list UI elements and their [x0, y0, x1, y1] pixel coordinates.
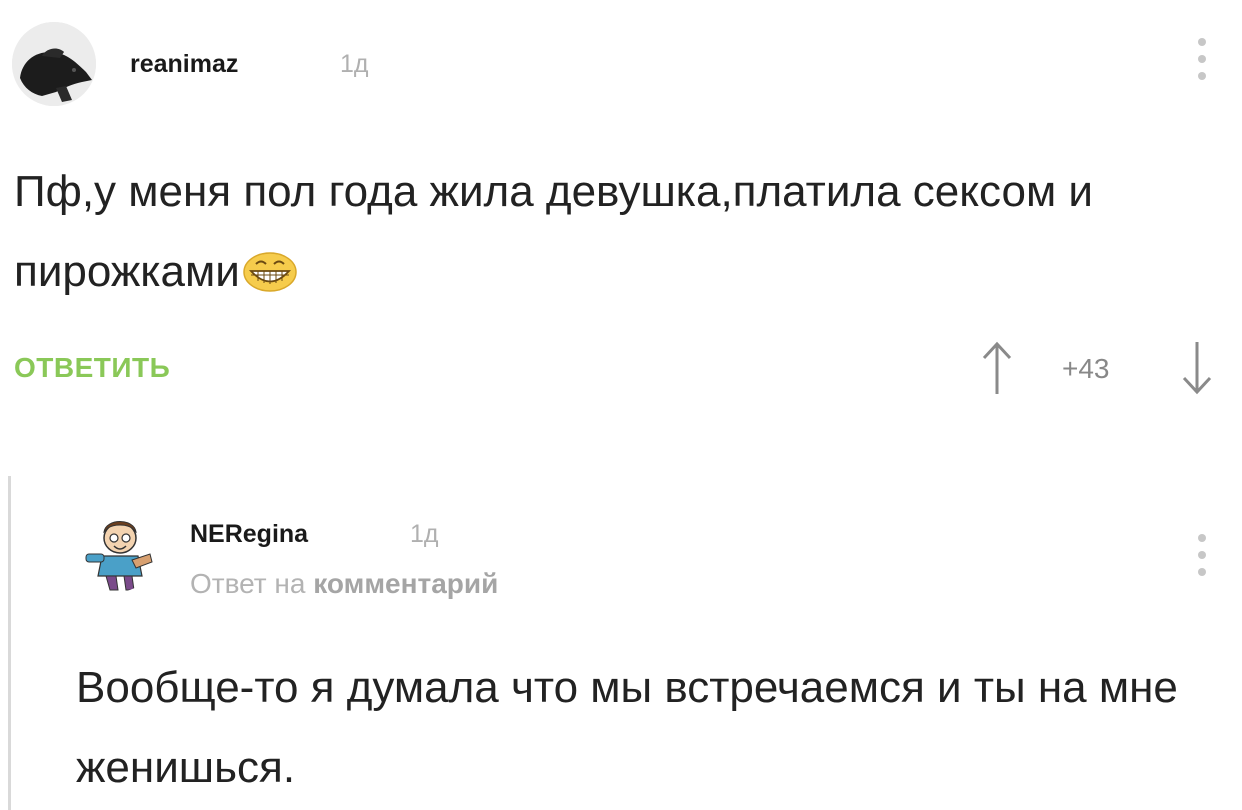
avatar[interactable] [76, 510, 158, 592]
username[interactable]: NERegina [190, 520, 308, 549]
timestamp: 1д [340, 50, 369, 78]
grinning-face-icon [243, 252, 297, 292]
avatar-image [76, 510, 158, 592]
comment-text: Вообще-то я думала что мы встречаемся и … [76, 663, 1178, 792]
avatar[interactable] [12, 22, 96, 106]
arrow-up-icon [982, 341, 1012, 394]
more-vertical-icon[interactable] [1195, 38, 1209, 80]
thread-line [8, 476, 11, 810]
reply-prefix: Ответ на [190, 568, 306, 599]
reply-button[interactable]: ОТВЕТИТЬ [14, 352, 170, 384]
reply-target-link[interactable]: комментарий [313, 568, 498, 599]
comment: reanimaz 1д Пф,у меня пол года жила деву… [0, 0, 1242, 420]
comment-text: Пф,у меня пол года жила девушка,платила … [14, 152, 1224, 312]
score: +43 [1062, 353, 1110, 384]
timestamp: 1д [410, 520, 439, 548]
upvote-button[interactable] [980, 340, 1014, 396]
reply-to-line: Ответ на комментарий [190, 568, 498, 600]
avatar-image [12, 22, 96, 106]
downvote-button[interactable] [1180, 340, 1214, 396]
comment-text-content: Пф,у меня пол года жила девушка,платила … [14, 167, 1094, 296]
username[interactable]: reanimaz [130, 50, 238, 79]
more-vertical-icon[interactable] [1195, 534, 1209, 576]
arrow-down-icon [1182, 342, 1212, 395]
